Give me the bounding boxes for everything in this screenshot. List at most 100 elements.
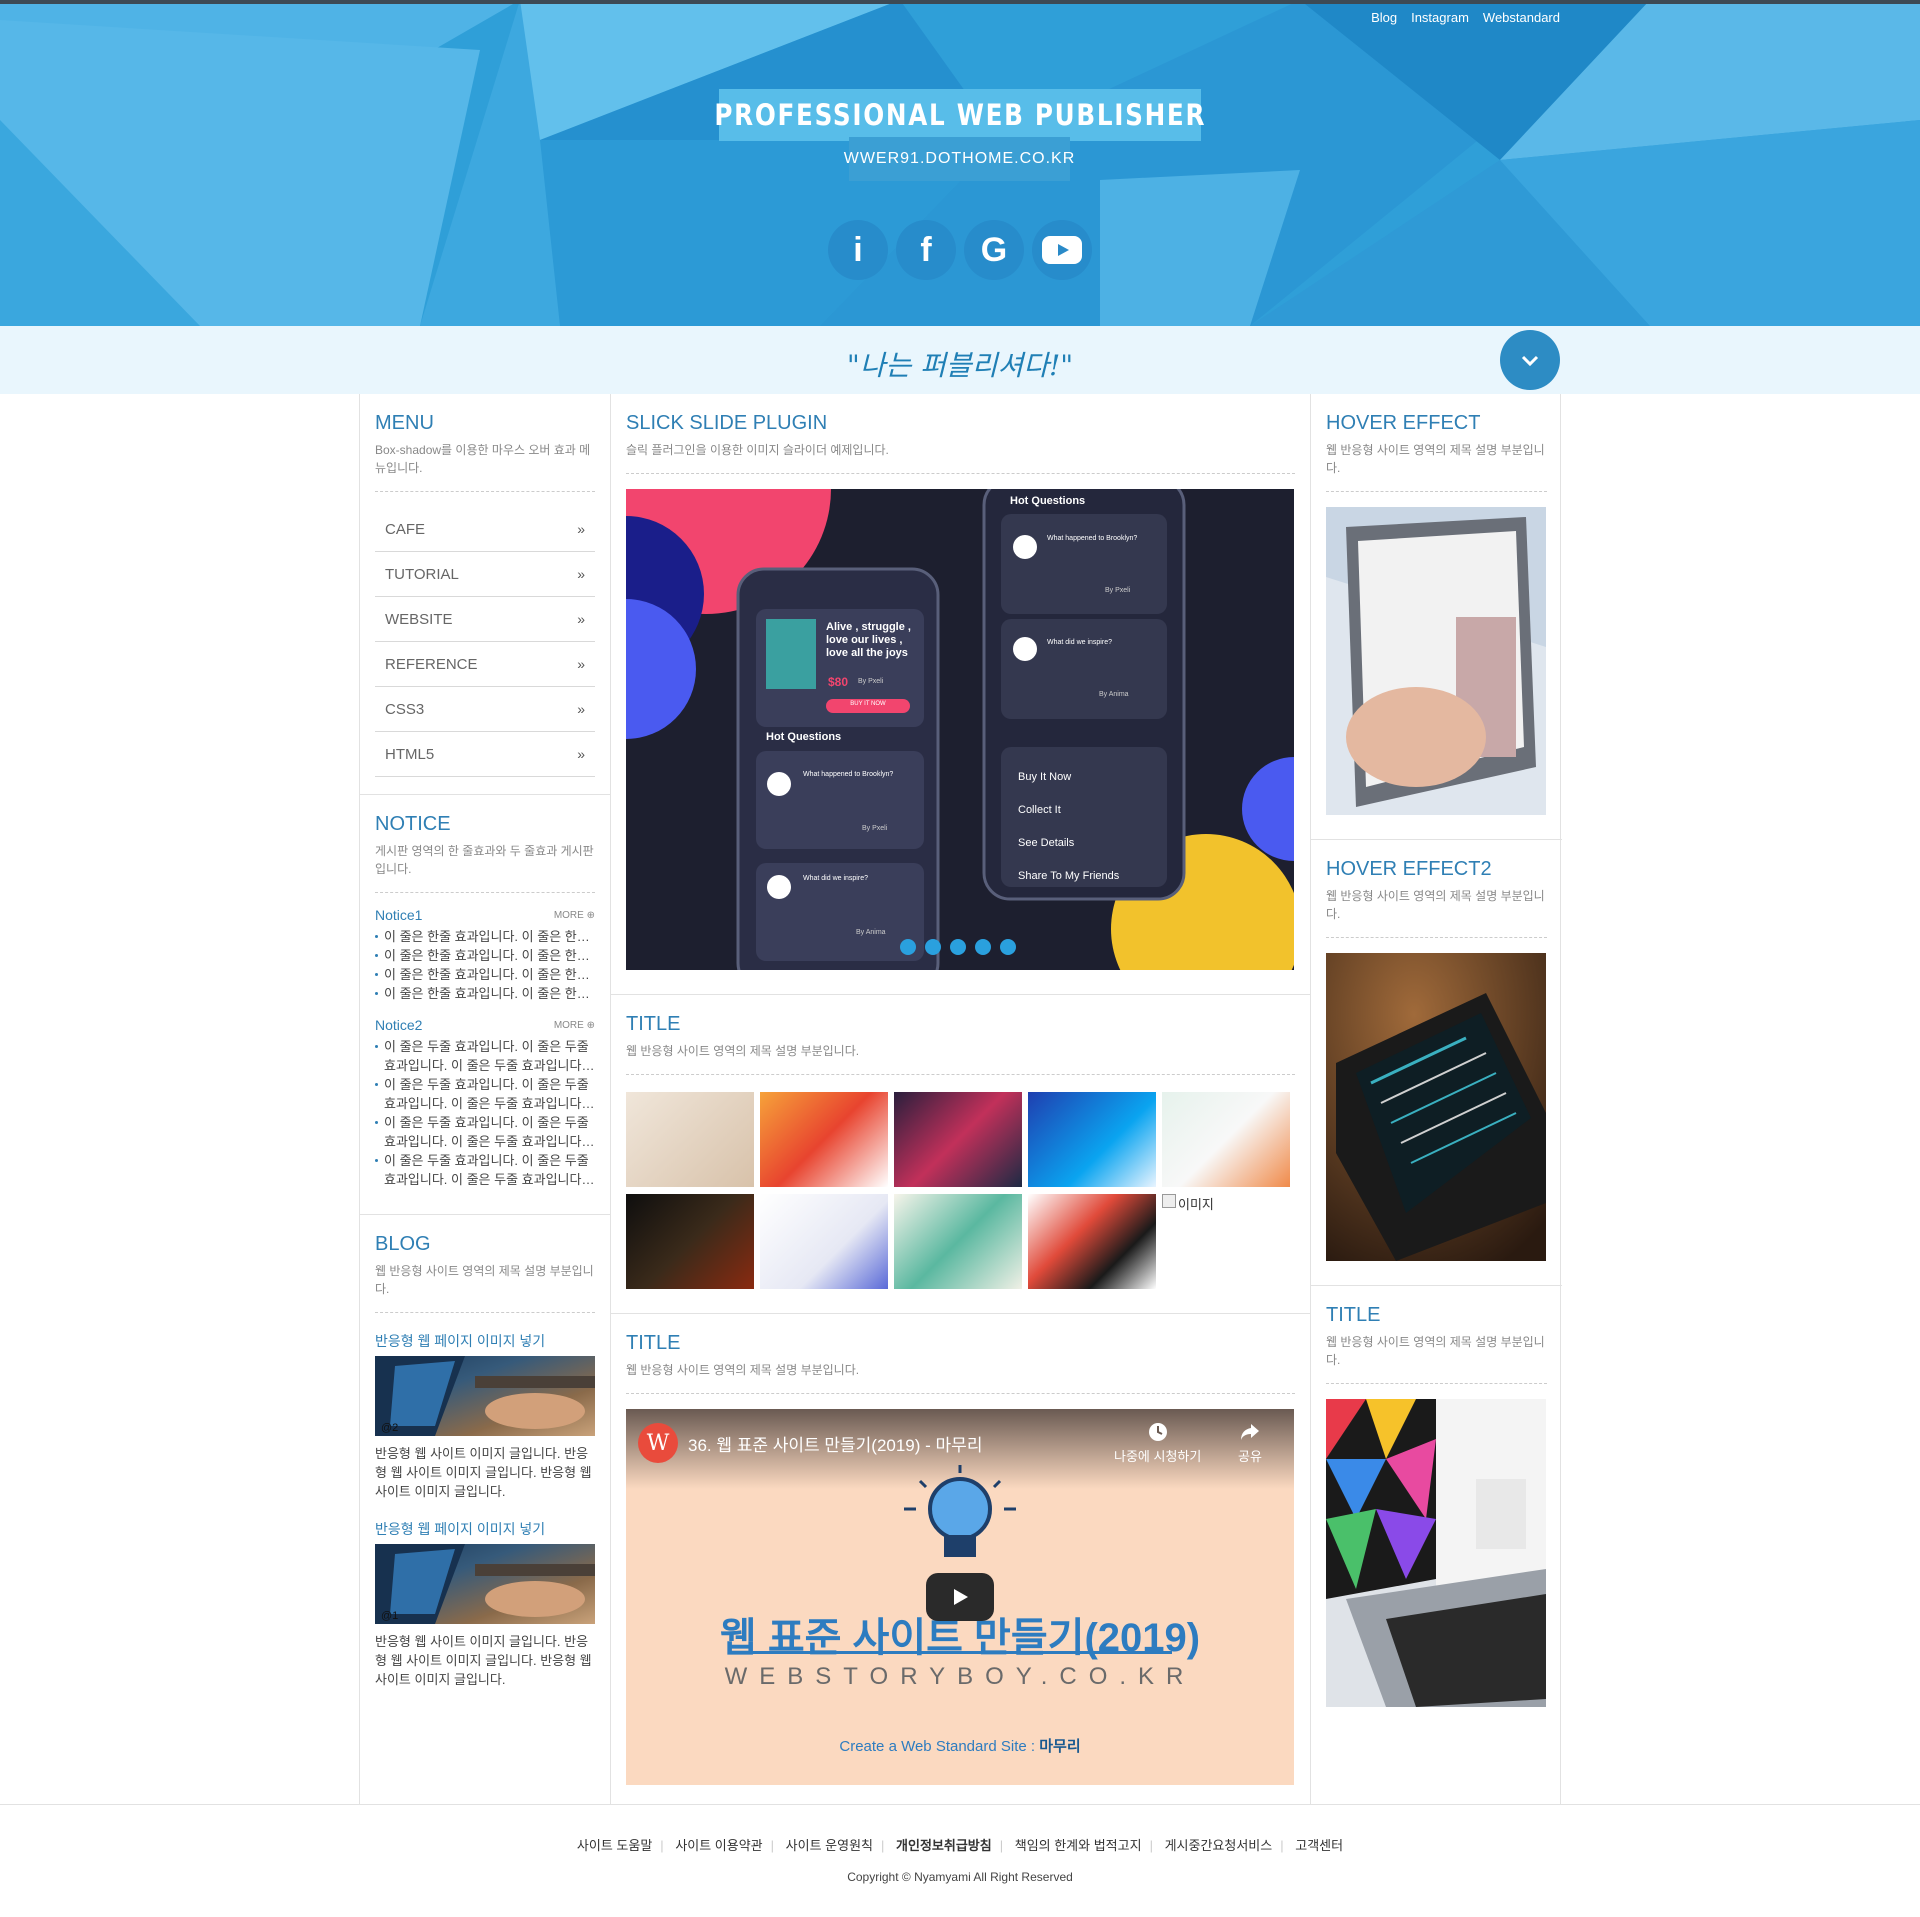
menu-item-cafe[interactable]: CAFE »	[375, 507, 595, 552]
slider-dot[interactable]	[975, 939, 991, 955]
more-link[interactable]: MORE ⊕	[554, 910, 595, 921]
broken-image[interactable]: 이미지	[1162, 1194, 1290, 1289]
slide-menu-item: Buy It Now	[1018, 771, 1072, 783]
play-button[interactable]	[926, 1573, 994, 1621]
hover-image[interactable]	[1326, 507, 1546, 815]
slider-dot[interactable]	[1000, 939, 1016, 955]
list-item[interactable]: 이 줄은 두줄 효과입니다. 이 줄은 두줄 효과입니다. 이 줄은 두줄 효과…	[375, 1113, 595, 1151]
gallery-image[interactable]	[626, 1092, 754, 1187]
blog-post[interactable]: 반응형 웹 페이지 이미지 넣기 @1 반응형 웹 사이트 이미지 글입니다. …	[375, 1519, 595, 1689]
gallery-image[interactable]	[894, 1092, 1022, 1187]
list-item[interactable]: 이 줄은 한줄 효과입니다. 이 줄은 한줄 효과입니다.	[375, 984, 595, 1003]
youtube-icon[interactable]	[1032, 220, 1092, 280]
blog-image-label: @1	[381, 1610, 399, 1622]
blog-post-image[interactable]: @2	[375, 1356, 595, 1436]
phone-code-photo	[1326, 953, 1546, 1261]
slide-by: By Pxeli	[858, 678, 884, 685]
slider-dot[interactable]	[950, 939, 966, 955]
footer-link-privacy[interactable]: 개인정보취급방침	[896, 1838, 992, 1853]
facebook-icon[interactable]: f	[896, 220, 956, 280]
site-header: Blog Instagram Webstandard PROFESSIONAL …	[0, 0, 1920, 326]
menu-item-tutorial[interactable]: TUTORIAL »	[375, 552, 595, 597]
notice1-tab[interactable]: Notice1	[375, 907, 422, 923]
slide-menu-item: See Details	[1018, 837, 1075, 849]
google-icon[interactable]: G	[964, 220, 1024, 280]
menu-item-website[interactable]: WEBSITE »	[375, 597, 595, 642]
blog-post-image[interactable]: @1	[375, 1544, 595, 1624]
site-url-box[interactable]: WWER91.DOTHOME.CO.KR	[844, 137, 1074, 181]
watch-later-button[interactable]: 나중에 시청하기	[1114, 1421, 1201, 1465]
gallery-image[interactable]	[760, 1092, 888, 1187]
blog-image-label: @2	[381, 1422, 399, 1434]
slide-menu-item: Share To My Friends	[1018, 870, 1120, 882]
buy-it-now-button: BUY IT NOW	[850, 701, 886, 707]
site-url: WWER91.DOTHOME.CO.KR	[843, 150, 1076, 167]
hover-effect-section: HOVER EFFECT 웹 반응형 사이트 영역의 제목 설명 부분입니다.	[1311, 394, 1562, 840]
notice1-block: Notice1 MORE ⊕ 이 줄은 한줄 효과입니다. 이 줄은 한줄 효과…	[375, 907, 595, 1003]
footer-link[interactable]: 게시중간요청서비스	[1165, 1838, 1273, 1853]
gallery-image[interactable]	[1028, 1092, 1156, 1187]
list-item[interactable]: 이 줄은 두줄 효과입니다. 이 줄은 두줄 효과입니다. 이 줄은 두줄 효과…	[375, 1151, 595, 1189]
image-slider[interactable]: Alive , struggle , love our lives , love…	[626, 489, 1294, 970]
hover-effect2-title: HOVER EFFECT2	[1326, 858, 1492, 880]
video-divider	[748, 1651, 1172, 1654]
footer-link[interactable]: 사이트 이용약관	[675, 1838, 762, 1853]
center-column: SLICK SLIDE PLUGIN 슬릭 플러그인을 이용한 이미지 슬라이더…	[611, 394, 1311, 1804]
info-icon[interactable]: i	[828, 220, 888, 280]
slider-dot[interactable]	[900, 939, 916, 955]
list-item[interactable]: 이 줄은 두줄 효과입니다. 이 줄은 두줄 효과입니다. 이 줄은 두줄 효과…	[375, 1037, 595, 1075]
share-label: 공유	[1238, 1449, 1262, 1464]
list-item[interactable]: 이 줄은 두줄 효과입니다. 이 줄은 두줄 효과입니다. 이 줄은 두줄 효과…	[375, 1075, 595, 1113]
list-item[interactable]: 이 줄은 한줄 효과입니다. 이 줄은 한줄 효과입니다.	[375, 927, 595, 946]
video-sub-bold: 마무리	[1039, 1738, 1081, 1755]
list-item[interactable]: 이 줄은 한줄 효과입니다. 이 줄은 한줄 효과입니다.	[375, 946, 595, 965]
image-gallery: 이미지	[626, 1092, 1295, 1311]
social-links: i f G	[828, 220, 1092, 280]
watch-later-label: 나중에 시청하기	[1114, 1449, 1202, 1464]
blog-title: BLOG	[375, 1233, 431, 1255]
gallery-image[interactable]	[1028, 1194, 1156, 1289]
channel-logo-icon[interactable]: W	[638, 1423, 678, 1463]
youtube-video[interactable]: W 36. 웹 표준 사이트 만들기(2019) - 마무리 나중에 시청하기 …	[626, 1409, 1294, 1785]
blog-post-title[interactable]: 반응형 웹 페이지 이미지 넣기	[375, 1519, 595, 1539]
video-title[interactable]: 36. 웹 표준 사이트 만들기(2019) - 마무리	[688, 1431, 982, 1456]
list-item[interactable]: 이 줄은 한줄 효과입니다. 이 줄은 한줄 효과입니다.	[375, 965, 595, 984]
gallery-image[interactable]	[626, 1194, 754, 1289]
slick-title: SLICK SLIDE PLUGIN	[626, 412, 828, 434]
blog-post[interactable]: 반응형 웹 페이지 이미지 넣기 @2 반응형 웹 사이트 이미지 글입니다. …	[375, 1331, 595, 1501]
slide-price: $80	[828, 675, 849, 689]
main-content: MENU Box-shadow를 이용한 마우스 오버 효과 메뉴입니다. CA…	[359, 394, 1562, 1804]
footer-link[interactable]: 책임의 한계와 법적고지	[1015, 1838, 1142, 1853]
gallery-image[interactable]	[1162, 1092, 1290, 1187]
footer-link[interactable]: 사이트 운영원칙	[786, 1838, 873, 1853]
share-button[interactable]: 공유	[1238, 1421, 1262, 1465]
title-section: TITLE 웹 반응형 사이트 영역의 제목 설명 부분입니다.	[1311, 1286, 1562, 1804]
slider-dot[interactable]	[925, 939, 941, 955]
notice2-tab[interactable]: Notice2	[375, 1017, 422, 1033]
menu-item-html5[interactable]: HTML5 »	[375, 732, 595, 777]
footer-separator: |	[1280, 1838, 1284, 1853]
scroll-down-button[interactable]	[1500, 330, 1560, 390]
footer-links: 사이트 도움말 | 사이트 이용약관 | 사이트 운영원칙 | 개인정보취급방침 | 책…	[0, 1835, 1920, 1854]
video-sub-text: Create a Web Standard Site :	[839, 1738, 1040, 1755]
top-link-webstandard[interactable]: Webstandard	[1483, 10, 1560, 25]
more-link[interactable]: MORE ⊕	[554, 1020, 595, 1031]
right-title: TITLE	[1326, 1304, 1381, 1326]
menu-item-css3[interactable]: CSS3 »	[375, 687, 595, 732]
blog-post-title[interactable]: 반응형 웹 페이지 이미지 넣기	[375, 1331, 595, 1351]
hover-effect-title: HOVER EFFECT	[1326, 412, 1481, 434]
hover-image[interactable]	[1326, 1399, 1546, 1707]
menu-item-reference[interactable]: REFERENCE »	[375, 642, 595, 687]
gallery-image[interactable]	[760, 1194, 888, 1289]
slogan-text: "나는 퍼블리셔다!"	[846, 349, 1074, 382]
gallery-image[interactable]	[894, 1194, 1022, 1289]
top-link-instagram[interactable]: Instagram	[1411, 10, 1469, 25]
footer-link-label: 개인정보취급방침	[896, 1838, 992, 1853]
blog-section: BLOG 웹 반응형 사이트 영역의 제목 설명 부분입니다. 반응형 웹 페이…	[360, 1215, 610, 1804]
footer-link[interactable]: 고객센터	[1295, 1838, 1343, 1853]
footer-link[interactable]: 사이트 도움말	[577, 1838, 652, 1853]
hover-image[interactable]	[1326, 953, 1546, 1261]
top-link-blog[interactable]: Blog	[1371, 10, 1397, 25]
slick-section: SLICK SLIDE PLUGIN 슬릭 플러그인을 이용한 이미지 슬라이더…	[611, 394, 1310, 995]
hover-effect-desc: 웹 반응형 사이트 영역의 제목 설명 부분입니다.	[1326, 441, 1547, 492]
